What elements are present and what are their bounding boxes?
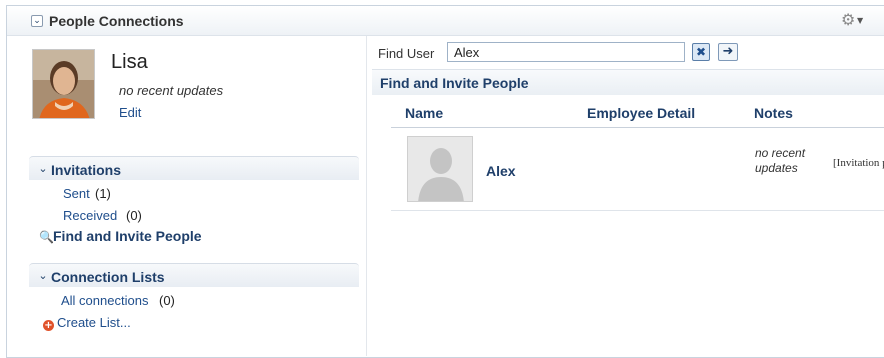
results-title: Find and Invite People — [380, 75, 529, 91]
chevron-down-icon[interactable]: ⌄ — [37, 270, 49, 283]
chevron-down-icon[interactable]: ⌄ — [31, 15, 43, 27]
find-invite-people-link[interactable]: 🔍Find and Invite People — [39, 228, 202, 244]
find-user-input[interactable] — [447, 42, 685, 62]
profile-sidebar: Lisa no recent updates Edit ⌄ Invitation… — [25, 36, 367, 356]
received-link[interactable]: Received — [63, 208, 117, 223]
caret-down-icon[interactable]: ▼ — [857, 16, 863, 25]
result-user-link[interactable]: Alex — [486, 163, 516, 179]
arrow-right-icon[interactable]: ➜ — [718, 43, 738, 61]
edit-profile-link[interactable]: Edit — [119, 105, 141, 120]
connection-lists-header[interactable]: ⌄ Connection Lists — [29, 263, 359, 287]
received-count: (0) — [126, 208, 142, 223]
find-user-area: Find User ✖ ➜ Find and Invite People Nam… — [367, 36, 884, 356]
invitations-header[interactable]: ⌄ Invitations — [29, 156, 359, 180]
invitation-status: [Invitation pending] — [833, 157, 884, 169]
column-header-name[interactable]: Name — [405, 105, 443, 121]
chevron-down-icon[interactable]: ⌄ — [37, 163, 49, 176]
user-photo-placeholder — [407, 136, 473, 202]
connection-lists-title: Connection Lists — [51, 269, 165, 285]
find-invite-label: Find and Invite People — [53, 228, 202, 244]
all-connections-link[interactable]: All connections — [61, 293, 148, 308]
column-header-employee-detail[interactable]: Employee Detail — [587, 105, 695, 121]
create-list-link[interactable]: + Create List... — [43, 315, 131, 331]
create-list-label: Create List... — [57, 315, 131, 330]
all-connections-count: (0) — [159, 293, 175, 308]
results-header: Find and Invite People — [372, 69, 884, 95]
people-connections-panel: ⌄ People Connections ⚙ ▼ Lisa no recent … — [6, 5, 884, 358]
clear-icon[interactable]: ✖ — [692, 43, 710, 61]
column-header-notes[interactable]: Notes — [754, 105, 793, 121]
find-user-label: Find User — [378, 46, 435, 61]
profile-status: no recent updates — [119, 83, 224, 98]
avatar — [32, 49, 95, 119]
invitations-title: Invitations — [51, 162, 122, 178]
sent-count: (1) — [95, 186, 111, 201]
gear-icon[interactable]: ⚙ — [841, 10, 855, 29]
table-header-divider — [391, 127, 884, 128]
result-notes: no recent updates — [755, 146, 806, 175]
sent-link[interactable]: Sent — [63, 186, 90, 201]
panel-titlebar: ⌄ People Connections ⚙ ▼ — [7, 6, 884, 36]
search-icon: 🔍 — [39, 230, 54, 244]
add-icon: + — [43, 320, 54, 331]
profile-name: Lisa — [111, 51, 148, 73]
panel-title: People Connections — [49, 13, 184, 29]
table-row-divider — [391, 210, 884, 211]
